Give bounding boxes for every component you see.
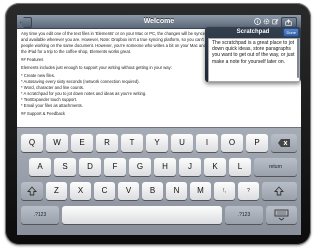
shift-icon [27, 186, 37, 196]
numbers-key-right[interactable]: .?123 [225, 206, 263, 224]
key-k[interactable]: K [204, 158, 226, 176]
key-w[interactable]: W [46, 134, 68, 152]
screen: Welcome Any time you edit one of the tex… [17, 15, 301, 235]
info-icon[interactable] [254, 18, 261, 25]
key-s[interactable]: S [54, 158, 76, 176]
key-exclamation-comma[interactable]: !, [214, 182, 235, 200]
key-comma-label: , [224, 188, 226, 194]
key-r[interactable]: R [96, 134, 118, 152]
key-p[interactable]: P [246, 134, 268, 152]
space-bar[interactable] [62, 206, 222, 224]
key-c[interactable]: C [94, 182, 115, 200]
key-b[interactable]: B [142, 182, 163, 200]
backspace-key[interactable] [271, 134, 297, 152]
keyboard-hide-icon [274, 209, 289, 221]
hide-keyboard-key[interactable] [266, 206, 297, 224]
gear-icon[interactable] [263, 18, 270, 25]
share-icon [285, 19, 292, 26]
key-y[interactable]: Y [146, 134, 168, 152]
key-a[interactable]: A [29, 158, 51, 176]
key-g[interactable]: G [129, 158, 151, 176]
key-question[interactable]: ? [238, 182, 259, 200]
key-f[interactable]: F [104, 158, 126, 176]
shift-icon [274, 186, 284, 196]
scratchpad-popover: Scratchpad Done The scratchpad is a grea… [205, 27, 301, 82]
ipad-frame: Welcome Any time you edit one of the tex… [5, 3, 311, 245]
key-h[interactable]: H [154, 158, 176, 176]
key-d[interactable]: D [79, 158, 101, 176]
key-e[interactable]: E [71, 134, 93, 152]
back-button[interactable] [20, 17, 32, 28]
scratchpad-text-area[interactable]: The scratchpad is a great place to jot d… [208, 38, 300, 82]
doc-paragraph: Any time you edit one of the text files … [21, 31, 231, 54]
shift-key-right[interactable] [262, 182, 297, 200]
doc-heading: ## Support & Feedback [21, 111, 65, 116]
doc-paragraph: Elements includes just enough to support… [21, 65, 172, 70]
key-l[interactable]: L [229, 158, 251, 176]
scratchpad-scrollbar[interactable] [297, 38, 299, 78]
compose-icon[interactable] [272, 18, 279, 25]
return-key[interactable]: return [254, 158, 297, 176]
key-x[interactable]: X [70, 182, 91, 200]
doc-list: * Create new files. * Autosaving every s… [21, 73, 147, 108]
backspace-icon [278, 139, 290, 147]
shift-key-left[interactable] [21, 182, 43, 200]
key-z[interactable]: Z [46, 182, 67, 200]
numbers-key-left[interactable]: .?123 [21, 206, 59, 224]
document-text-area[interactable]: Any time you edit one of the text files … [21, 31, 231, 119]
key-o[interactable]: O [221, 134, 243, 152]
key-t[interactable]: T [121, 134, 143, 152]
key-m[interactable]: M [190, 182, 211, 200]
doc-heading: ## Features [21, 57, 44, 62]
key-v[interactable]: V [118, 182, 139, 200]
scratchpad-done-button[interactable]: Done [283, 28, 299, 37]
key-q[interactable]: Q [21, 134, 43, 152]
key-j[interactable]: J [179, 158, 201, 176]
key-n[interactable]: N [166, 182, 187, 200]
key-u[interactable]: U [171, 134, 193, 152]
on-screen-keyboard: Q W E R T Y U I O P A S D F G H J K L re… [17, 127, 301, 235]
key-i[interactable]: I [196, 134, 218, 152]
